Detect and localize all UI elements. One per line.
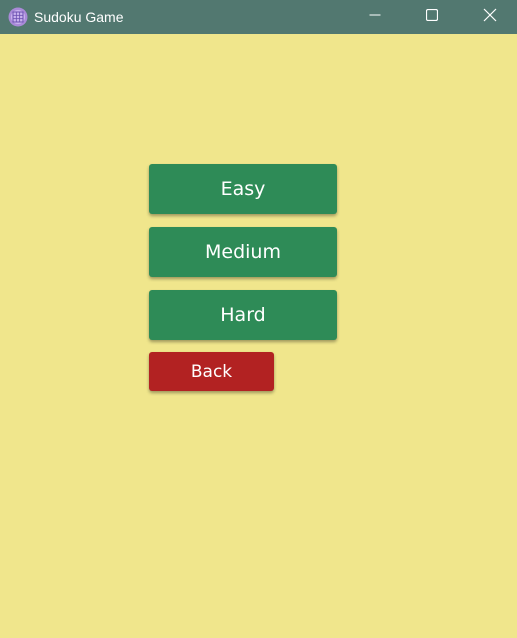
sudoku-grid-icon xyxy=(8,7,28,27)
sudoku-window: Sudoku Game Easy Medium Hard Back xyxy=(0,0,517,638)
maximize-icon xyxy=(425,8,439,26)
close-button[interactable] xyxy=(467,0,513,34)
back-button[interactable]: Back xyxy=(149,352,274,391)
minimize-icon xyxy=(369,8,381,26)
close-icon xyxy=(483,8,497,27)
easy-button[interactable]: Easy xyxy=(149,164,337,214)
medium-button[interactable]: Medium xyxy=(149,227,337,277)
medium-button-label: Medium xyxy=(205,241,281,263)
minimize-button[interactable] xyxy=(352,0,398,34)
easy-button-label: Easy xyxy=(220,178,266,200)
window-title: Sudoku Game xyxy=(34,9,124,25)
title-bar[interactable]: Sudoku Game xyxy=(0,0,517,34)
hard-button[interactable]: Hard xyxy=(149,290,337,340)
maximize-button[interactable] xyxy=(409,0,455,34)
hard-button-label: Hard xyxy=(220,304,266,326)
back-button-label: Back xyxy=(190,361,233,382)
